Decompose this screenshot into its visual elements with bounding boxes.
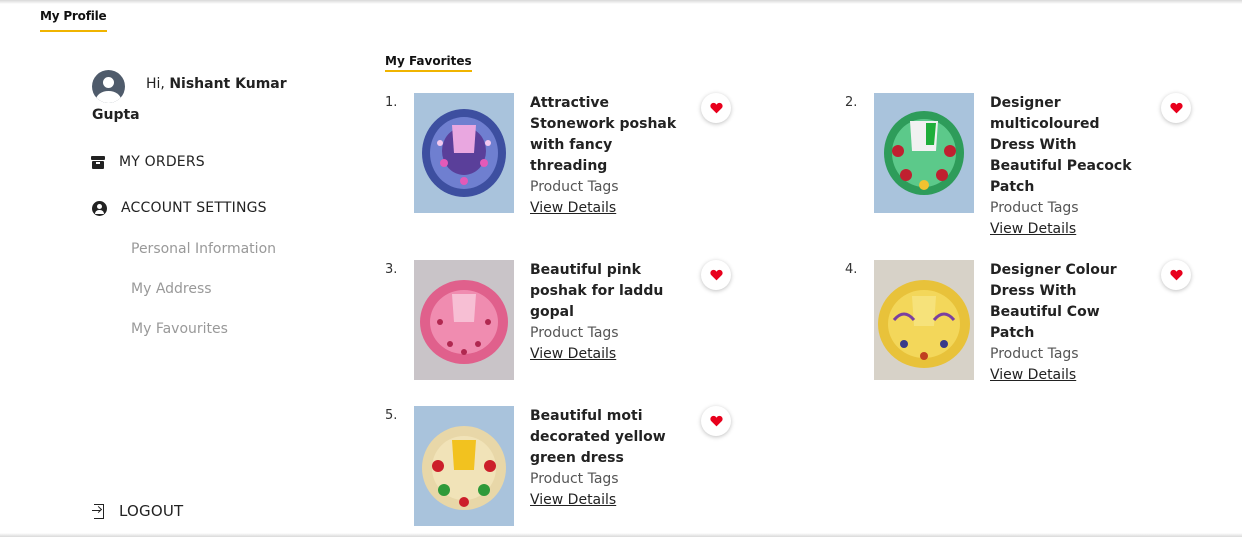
sidebar: Hi, Nishant Kumar Gupta MY ORDERS ACCOUN… (0, 0, 340, 537)
heart-icon (709, 269, 723, 281)
item-number: 4. (845, 262, 858, 277)
logout-button[interactable]: LOGOUT (92, 502, 183, 520)
greeting: Hi, Nishant Kumar (146, 76, 287, 92)
item-number: 5. (385, 408, 398, 423)
heart-icon (1169, 269, 1183, 281)
sidebar-item-personal-information[interactable]: Personal Information (131, 241, 276, 257)
product-image[interactable] (874, 260, 974, 380)
product-tags: Product Tags (990, 200, 1079, 216)
sidebar-item-my-orders[interactable]: MY ORDERS (91, 154, 205, 170)
product-image[interactable] (414, 93, 514, 213)
view-details-link[interactable]: View Details (530, 490, 680, 511)
product-tags: Product Tags (530, 471, 619, 487)
sidebar-item-label: ACCOUNT SETTINGS (121, 200, 267, 216)
box-icon (91, 155, 105, 169)
avatar-icon (92, 70, 125, 103)
product-title[interactable]: Beautiful moti decorated yellow green dr… (530, 408, 666, 466)
product-title[interactable]: Designer Colour Dress With Beautiful Cow… (990, 262, 1117, 341)
favorite-item: 5. Beautiful moti decorated yellow green… (385, 406, 745, 537)
bottom-shadow (0, 533, 1242, 537)
user-name: Nishant Kumar (169, 76, 287, 92)
product-tags: Product Tags (990, 346, 1079, 362)
favorite-item: 2. Designer multicoloured Dress With Bea… (845, 93, 1205, 243)
sidebar-item-label: MY ORDERS (119, 154, 205, 170)
product-title[interactable]: Attractive Stonework poshak with fancy t… (530, 95, 676, 174)
favorite-heart-button[interactable] (1161, 260, 1191, 290)
favorite-heart-button[interactable] (701, 406, 731, 436)
product-title[interactable]: Designer multicoloured Dress With Beauti… (990, 95, 1132, 195)
user-circle-icon (92, 200, 107, 216)
heart-icon (709, 415, 723, 427)
sidebar-item-account-settings[interactable]: ACCOUNT SETTINGS (92, 200, 267, 216)
heart-icon (1169, 102, 1183, 114)
favorite-heart-button[interactable] (701, 260, 731, 290)
view-details-link[interactable]: View Details (990, 219, 1140, 240)
favorite-item: 1. Attractive Stonework poshak with fanc… (385, 93, 745, 243)
view-details-link[interactable]: View Details (530, 344, 680, 365)
favorite-heart-button[interactable] (701, 93, 731, 123)
section-title-my-favorites: My Favorites (385, 54, 472, 72)
product-tags: Product Tags (530, 325, 619, 341)
user-last-name: Gupta (92, 107, 140, 123)
logout-label: LOGOUT (119, 502, 184, 520)
item-number: 1. (385, 95, 398, 110)
view-details-link[interactable]: View Details (530, 198, 680, 219)
greeting-prefix: Hi, (146, 76, 170, 92)
heart-icon (709, 102, 723, 114)
item-number: 2. (845, 95, 858, 110)
product-title[interactable]: Beautiful pink poshak for laddu gopal (530, 262, 663, 320)
sidebar-item-my-favourites[interactable]: My Favourites (131, 321, 228, 337)
favorite-item: 4. Designer Colour Dress With Beautiful … (845, 260, 1205, 410)
product-image[interactable] (414, 260, 514, 380)
item-number: 3. (385, 262, 398, 277)
favorite-item: 3. Beautiful pink poshak for laddu gopal… (385, 260, 745, 410)
logout-icon (92, 503, 105, 519)
view-details-link[interactable]: View Details (990, 365, 1140, 386)
favorite-heart-button[interactable] (1161, 93, 1191, 123)
product-image[interactable] (874, 93, 974, 213)
product-tags: Product Tags (530, 179, 619, 195)
sidebar-item-my-address[interactable]: My Address (131, 281, 212, 297)
product-image[interactable] (414, 406, 514, 526)
